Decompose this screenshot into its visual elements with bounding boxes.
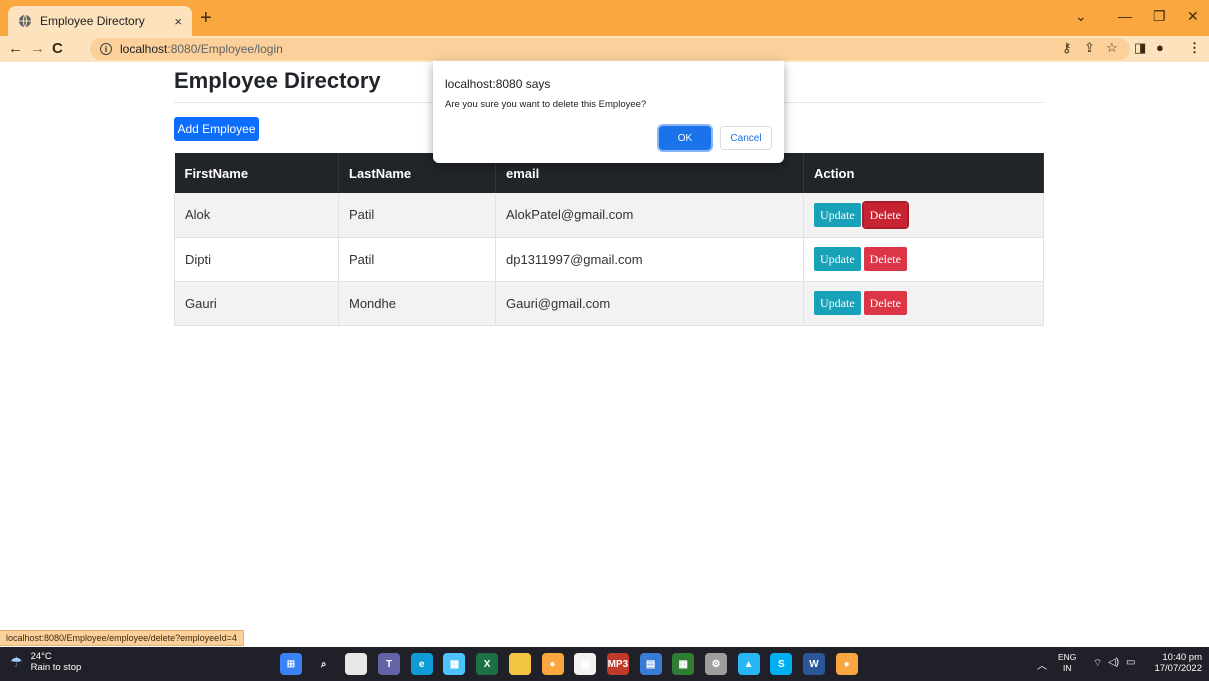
globe-icon <box>18 14 32 28</box>
weather-icon: ☂ <box>10 653 23 670</box>
confirm-dialog: localhost:8080 says Are you sure you wan… <box>433 61 784 163</box>
bookmark-star-icon[interactable]: ☆ <box>1106 40 1118 56</box>
cell-lastname: Mondhe <box>338 281 496 326</box>
cancel-button[interactable]: Cancel <box>720 126 772 150</box>
table-row: Alok Patil AlokPatel@gmail.com Update Del… <box>174 193 1044 238</box>
update-button[interactable]: Update <box>814 247 861 271</box>
restore-button[interactable]: ❐ <box>1153 8 1166 25</box>
new-tab-button[interactable]: + <box>200 8 212 28</box>
cell-firstname: Dipti <box>174 237 339 282</box>
key-icon[interactable]: ⚷ <box>1062 40 1072 56</box>
edge-icon[interactable]: e <box>410 653 433 675</box>
store-icon[interactable]: ▣ <box>574 653 597 675</box>
app-icon[interactable]: ▲ <box>737 653 760 675</box>
chrome-active-icon[interactable]: ● <box>835 653 858 675</box>
browser-toolbar: ← → C i localhost:8080/Employee/login ⚷ … <box>0 36 1209 62</box>
add-employee-button[interactable]: Add Employee <box>174 117 259 141</box>
weather-temp: 24°C <box>30 651 52 662</box>
volume-icon[interactable]: ◁) <box>1108 657 1119 668</box>
cell-lastname: Patil <box>338 193 496 238</box>
taskbar: ☂ 24°C Rain to stop ⊞ ⌕ Te ▦ X ● ▣ MP3 ▤ ▦ ⚙ ▲ S W ● ︿… <box>0 647 1209 681</box>
profile-avatar-icon[interactable]: ● <box>1156 40 1164 55</box>
minimize-button[interactable]: — <box>1118 8 1132 24</box>
skype-icon[interactable]: S <box>770 653 793 675</box>
forward-icon[interactable]: → <box>30 40 45 58</box>
update-button[interactable]: Update <box>814 291 861 315</box>
side-panel-icon[interactable]: ◨ <box>1134 40 1146 56</box>
ok-button[interactable]: OK <box>659 126 711 150</box>
delete-button[interactable]: Delete <box>863 291 907 315</box>
tab-close-icon[interactable]: × <box>174 14 182 29</box>
taskbar-apps: ⊞ ⌕ Te ▦ X ● ▣ MP3 ▤ ▦ ⚙ ▲ S W ● <box>280 653 868 675</box>
delete-button[interactable]: Delete <box>861 200 909 229</box>
weather-desc: Rain to stop <box>30 662 82 673</box>
folder-icon[interactable] <box>508 653 531 675</box>
tab-title: Employee Directory <box>40 14 145 28</box>
cell-email: Gauri@gmail.com <box>495 281 804 326</box>
cell-firstname: Gauri <box>174 281 339 326</box>
chrome-icon[interactable]: ● <box>541 653 564 675</box>
sheet-icon[interactable]: ▦ <box>672 653 695 675</box>
dialog-title: localhost:8080 says <box>445 77 551 91</box>
cell-email: AlokPatel@gmail.com <box>495 193 804 238</box>
browser-tab-bar: Employee Directory × + ⌄ — ❐ ✕ <box>0 0 1209 36</box>
mp3-icon[interactable]: MP3 <box>606 653 629 675</box>
delete-button[interactable]: Delete <box>863 247 907 271</box>
table-row: Dipti Patil dp1311997@gmail.com Update De… <box>174 237 1044 282</box>
weather-widget[interactable]: ☂ 24°C Rain to stop <box>10 651 81 673</box>
cell-firstname: Alok <box>174 193 339 238</box>
menu-kebab-icon[interactable]: ⋮ <box>1188 40 1201 56</box>
photos-icon[interactable]: ▦ <box>443 653 466 675</box>
dialog-message: Are you sure you want to delete this Emp… <box>445 99 647 110</box>
clock[interactable]: 10:40 pm 17/07/2022 <box>1148 652 1202 674</box>
lang-bottom: IN <box>1062 663 1072 673</box>
browser-tab[interactable]: Employee Directory × <box>8 6 192 36</box>
header-firstname: FirstName <box>174 153 339 193</box>
search-icon[interactable]: ⌕ <box>312 653 335 675</box>
cell-email: dp1311997@gmail.com <box>495 237 804 282</box>
url-path: :8080/Employee/login <box>167 42 283 56</box>
page-title: Employee Directory <box>174 68 381 93</box>
wifi-icon[interactable]: ⌔ <box>1093 657 1102 670</box>
site-info-icon[interactable]: i <box>100 43 112 55</box>
chevron-up-icon[interactable]: ︿ <box>1037 657 1047 672</box>
teams-icon[interactable]: T <box>378 653 401 675</box>
notepad-icon[interactable]: ▤ <box>639 653 662 675</box>
update-button[interactable]: Update <box>814 202 861 227</box>
back-icon[interactable]: ← <box>8 40 23 58</box>
close-window-button[interactable]: ✕ <box>1187 8 1199 25</box>
word-icon[interactable]: W <box>803 653 825 675</box>
lang-top: ENG <box>1058 652 1077 662</box>
cell-lastname: Patil <box>338 237 496 282</box>
header-action: Action <box>803 153 1044 193</box>
language-indicator[interactable]: ENG IN <box>1058 652 1076 674</box>
url-host: localhost <box>120 42 168 56</box>
start-icon[interactable]: ⊞ <box>280 653 302 675</box>
settings-icon[interactable]: ⚙ <box>704 653 727 675</box>
clock-date: 17/07/2022 <box>1154 663 1202 674</box>
table-row: Gauri Mondhe Gauri@gmail.com Update Delet… <box>174 281 1044 326</box>
excel-icon[interactable]: X <box>476 653 499 675</box>
share-icon[interactable]: ⇪ <box>1084 40 1095 56</box>
cell-action: Update Delete <box>803 237 1044 282</box>
battery-icon[interactable]: ▭ <box>1126 657 1135 668</box>
cell-action: Update Delete <box>803 193 1044 238</box>
status-url: localhost:8080/Employee/employee/delete?… <box>0 630 244 646</box>
address-bar[interactable]: i localhost:8080/Employee/login <box>90 38 1130 60</box>
reload-icon[interactable]: C <box>52 40 63 58</box>
file-explorer-icon[interactable] <box>345 653 368 675</box>
clock-time: 10:40 pm <box>1162 652 1202 663</box>
tab-search-dropdown-icon[interactable]: ⌄ <box>1075 8 1087 25</box>
cell-action: Update Delete <box>803 281 1044 326</box>
employee-table: FirstName LastName email Action Alok Pat… <box>174 153 1044 326</box>
